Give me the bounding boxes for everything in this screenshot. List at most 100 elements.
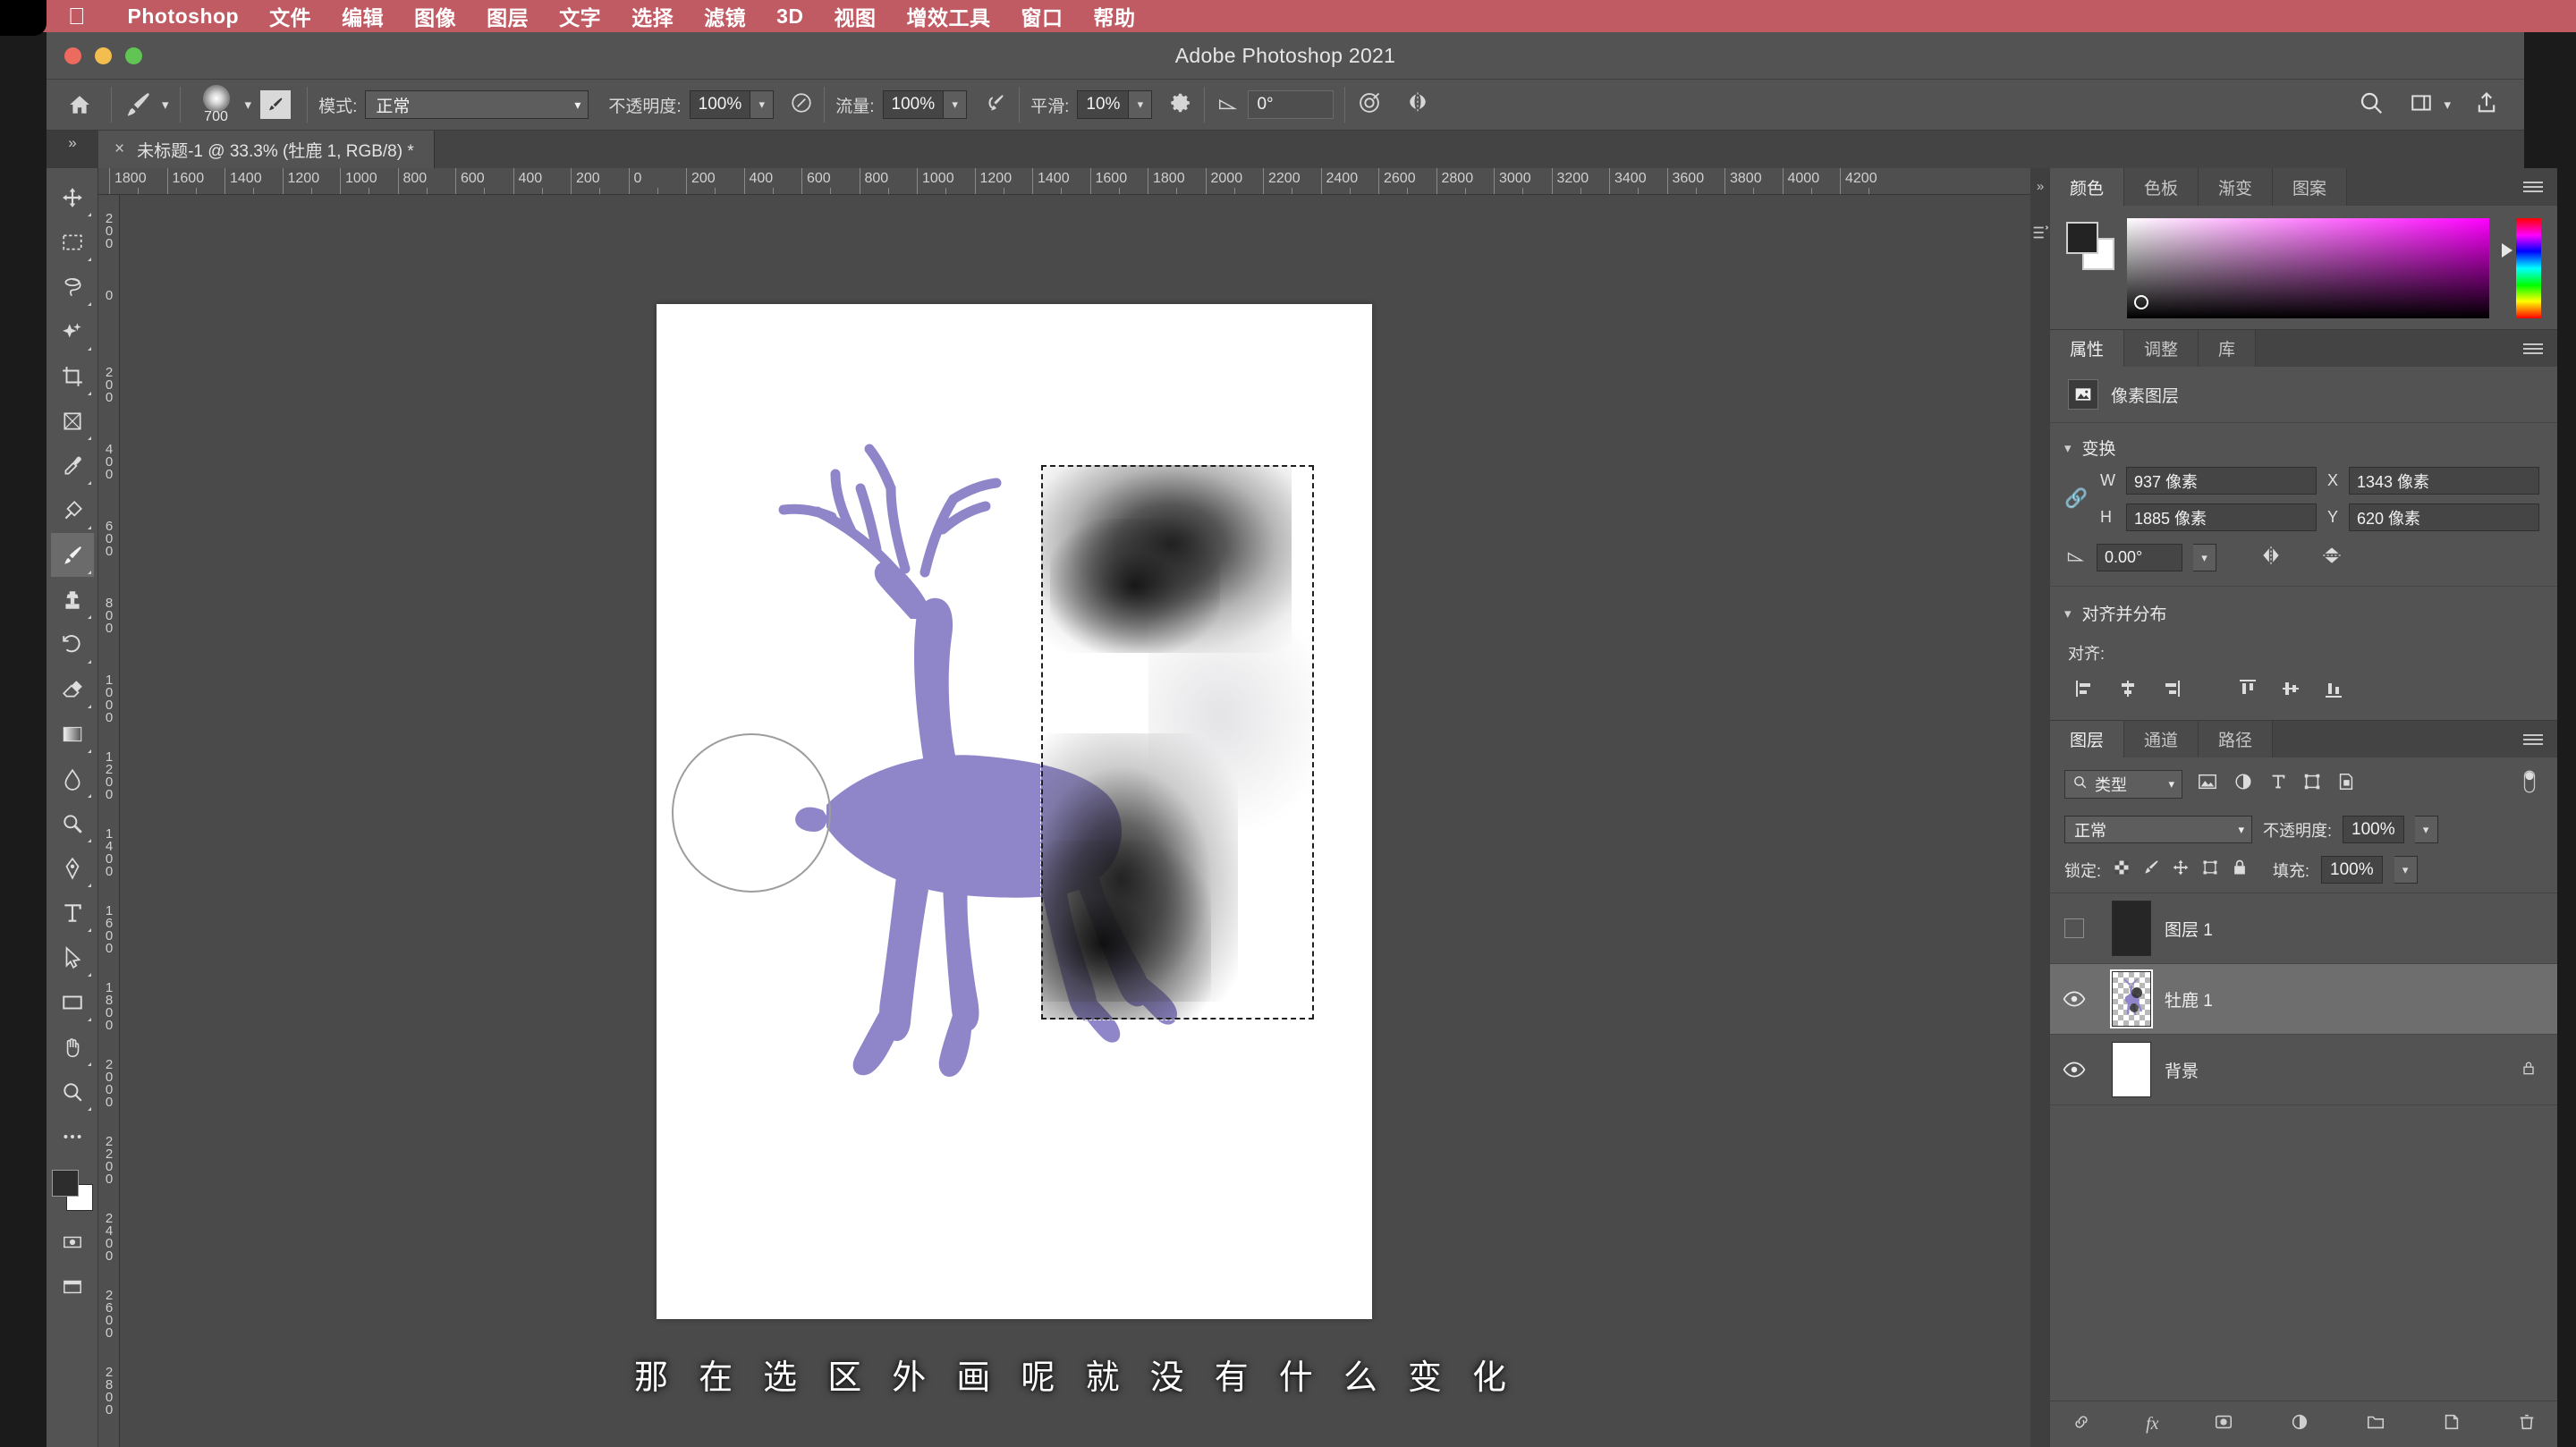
close-window-button[interactable] bbox=[64, 47, 81, 64]
menu-item-layer[interactable]: 图层 bbox=[471, 1, 544, 31]
opacity-input[interactable]: 100% bbox=[689, 90, 751, 119]
color-swatches[interactable] bbox=[2066, 222, 2114, 270]
layer-thumbnail[interactable] bbox=[2098, 1042, 2165, 1097]
minimize-window-button[interactable] bbox=[95, 47, 112, 64]
flow-input[interactable]: 100% bbox=[882, 90, 945, 119]
quick-mask-icon[interactable] bbox=[51, 1220, 94, 1264]
width-input[interactable]: 937 像素 bbox=[2126, 467, 2317, 495]
table-row[interactable]: 背景 bbox=[2050, 1035, 2557, 1105]
tool-marquee[interactable] bbox=[51, 220, 94, 264]
symmetry-icon[interactable] bbox=[1404, 90, 1431, 120]
maximize-window-button[interactable] bbox=[125, 47, 142, 64]
menu-item-view[interactable]: 视图 bbox=[819, 1, 892, 31]
tab-swatches[interactable]: 色板 bbox=[2124, 168, 2199, 206]
selection-marquee[interactable] bbox=[1040, 464, 1315, 1020]
flip-vertical-icon[interactable] bbox=[2318, 544, 2345, 571]
lock-all-icon[interactable] bbox=[2520, 1058, 2557, 1082]
tool-eraser[interactable] bbox=[51, 667, 94, 711]
layer-style-icon[interactable]: fx bbox=[2146, 1414, 2158, 1434]
filter-toggle-icon[interactable] bbox=[2520, 766, 2539, 801]
panel-menu-icon[interactable] bbox=[2509, 330, 2557, 367]
smartobject-filter-icon[interactable] bbox=[2336, 772, 2356, 796]
tab-paths[interactable]: 路径 bbox=[2199, 721, 2274, 757]
tool-history-brush[interactable] bbox=[51, 622, 94, 666]
tool-blur[interactable] bbox=[51, 757, 94, 800]
workspace-icon[interactable] bbox=[2408, 91, 2435, 119]
share-icon[interactable] bbox=[2474, 90, 2499, 120]
menu-item-help[interactable]: 帮助 bbox=[1079, 1, 1151, 31]
blend-mode-select[interactable]: 正常 ▾ bbox=[365, 90, 589, 119]
lock-position-icon[interactable] bbox=[2172, 859, 2190, 881]
menu-item-type[interactable]: 文字 bbox=[544, 1, 616, 31]
transform-section-header[interactable]: ▾ 变换 bbox=[2050, 423, 2557, 467]
hue-slider-handle[interactable] bbox=[2502, 243, 2512, 258]
layer-opacity-caret-icon[interactable]: ▾ bbox=[2414, 816, 2438, 843]
tool-frame[interactable] bbox=[51, 399, 94, 443]
flip-horizontal-icon[interactable] bbox=[2258, 544, 2284, 571]
pressure-size-icon[interactable] bbox=[1356, 90, 1383, 120]
tab-gradients[interactable]: 渐变 bbox=[2199, 168, 2274, 206]
angle-input[interactable]: 0.00° bbox=[2097, 544, 2182, 571]
panel-menu-icon[interactable] bbox=[2509, 168, 2557, 206]
link-icon[interactable]: 🔗 bbox=[2064, 488, 2088, 510]
layer-thumbnail[interactable] bbox=[2098, 969, 2165, 1028]
layer-filter-kind-select[interactable]: 类型 ▾ bbox=[2064, 769, 2182, 799]
tool-hand[interactable] bbox=[51, 1025, 94, 1069]
tool-brush[interactable] bbox=[50, 533, 94, 577]
chevron-double-right-icon[interactable]: » bbox=[2037, 179, 2044, 194]
new-group-icon[interactable] bbox=[2364, 1412, 2387, 1436]
layer-name[interactable]: 牡鹿 1 bbox=[2165, 987, 2557, 1011]
chevron-down-icon[interactable]: ▾ bbox=[2064, 605, 2072, 622]
lock-transparency-icon[interactable] bbox=[2113, 859, 2131, 881]
height-input[interactable]: 1885 像素 bbox=[2126, 503, 2317, 531]
search-icon[interactable] bbox=[2358, 89, 2385, 121]
y-input[interactable]: 620 像素 bbox=[2349, 503, 2539, 531]
chevron-down-icon[interactable]: ▾ bbox=[162, 97, 169, 113]
smoothing-caret-icon[interactable]: ▾ bbox=[1129, 90, 1153, 119]
layer-name[interactable]: 背景 bbox=[2165, 1058, 2520, 1082]
document-tab[interactable]: × 未标题-1 @ 33.3% (牡鹿 1, RGB/8) * bbox=[98, 131, 435, 168]
menu-item-photoshop[interactable]: Photoshop bbox=[113, 4, 255, 29]
tool-pen[interactable] bbox=[51, 846, 94, 890]
pixel-filter-icon[interactable] bbox=[2197, 772, 2218, 796]
tool-gradient[interactable] bbox=[51, 712, 94, 756]
color-field[interactable] bbox=[2127, 218, 2489, 318]
foreground-background-colors[interactable] bbox=[51, 1170, 93, 1211]
panel-menu-icon[interactable] bbox=[2509, 721, 2557, 757]
tab-color[interactable]: 颜色 bbox=[2050, 168, 2125, 206]
hue-slider[interactable] bbox=[2502, 218, 2541, 318]
chevron-double-right-icon[interactable]: » bbox=[47, 131, 98, 168]
opacity-caret-icon[interactable]: ▾ bbox=[750, 90, 775, 119]
lock-all-icon[interactable] bbox=[2231, 859, 2249, 881]
menu-item-window[interactable]: 窗口 bbox=[1006, 1, 1079, 31]
home-icon[interactable] bbox=[59, 87, 100, 123]
tool-move[interactable] bbox=[51, 175, 94, 219]
tab-patterns[interactable]: 图案 bbox=[2273, 168, 2348, 206]
close-icon[interactable]: × bbox=[114, 140, 124, 159]
align-section-header[interactable]: ▾ 对齐并分布 bbox=[2050, 586, 2557, 632]
tool-quick-selection[interactable] bbox=[51, 309, 94, 353]
layer-mask-icon[interactable] bbox=[2212, 1412, 2235, 1436]
vertical-ruler[interactable]: 2000200400600800100012001400160018002000… bbox=[98, 195, 120, 1447]
chevron-down-icon[interactable]: ▾ bbox=[245, 97, 252, 113]
table-row[interactable]: 图层 1 bbox=[2050, 893, 2557, 964]
tab-properties[interactable]: 属性 bbox=[2050, 330, 2125, 367]
align-left-icon[interactable] bbox=[2068, 673, 2102, 704]
layer-visibility-toggle[interactable] bbox=[2050, 918, 2098, 938]
lock-artboard-icon[interactable] bbox=[2201, 859, 2219, 881]
horizontal-ruler[interactable]: 1800 1600 1400 1200 1000 800 600 400 200 0 200 400 6… bbox=[98, 168, 2030, 195]
foreground-color-swatch[interactable] bbox=[51, 1170, 79, 1197]
dock-collapse-strip[interactable]: » bbox=[2030, 168, 2050, 1447]
layer-visibility-toggle[interactable] bbox=[2050, 991, 2098, 1007]
layer-list[interactable]: 图层 1 牡鹿 1 背景 bbox=[2050, 893, 2557, 1400]
align-top-icon[interactable] bbox=[2231, 673, 2265, 704]
menu-item-3d[interactable]: 3D bbox=[761, 4, 818, 29]
menu-item-filter[interactable]: 滤镜 bbox=[689, 1, 761, 31]
flow-caret-icon[interactable]: ▾ bbox=[944, 90, 968, 119]
angle-caret-icon[interactable]: ▾ bbox=[2193, 544, 2216, 571]
tool-zoom[interactable] bbox=[51, 1070, 94, 1113]
chevron-down-icon[interactable]: ▾ bbox=[2064, 440, 2072, 456]
screen-mode-icon[interactable] bbox=[51, 1265, 94, 1308]
fill-input[interactable]: 100% bbox=[2321, 856, 2383, 884]
menu-item-select[interactable]: 选择 bbox=[616, 1, 689, 31]
